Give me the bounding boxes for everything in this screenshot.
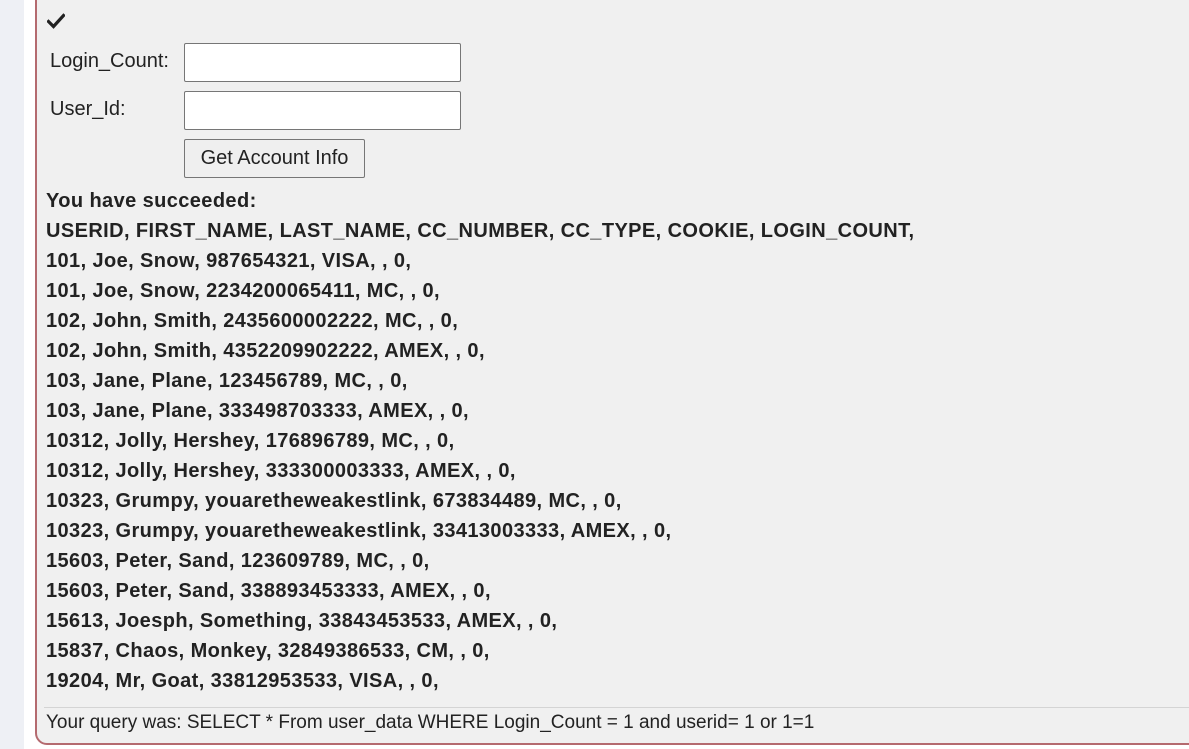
user-id-input[interactable] (184, 91, 461, 130)
login-count-label: Login_Count: (50, 50, 169, 72)
result-row: 101, Joe, Snow, 987654321, VISA, , 0, (46, 250, 412, 272)
result-row: 103, Jane, Plane, 123456789, MC, , 0, (46, 370, 408, 392)
result-row: 10312, Jolly, Hershey, 333300003333, AME… (46, 460, 516, 482)
get-account-info-button[interactable]: Get Account Info (184, 139, 365, 178)
result-row: 10312, Jolly, Hershey, 176896789, MC, , … (46, 430, 455, 452)
check-icon (46, 12, 67, 32)
result-header: USERID, FIRST_NAME, LAST_NAME, CC_NUMBER… (46, 220, 915, 242)
result-row: 19204, Mr, Goat, 33812953533, VISA, , 0, (46, 670, 439, 692)
query-output: Your query was: SELECT * From user_data … (46, 712, 815, 733)
result-row: 15603, Peter, Sand, 123609789, MC, , 0, (46, 550, 430, 572)
result-row: 15613, Joesph, Something, 33843453533, A… (46, 610, 558, 632)
feedback-output: You have succeeded: USERID, FIRST_NAME, … (46, 186, 914, 696)
left-gutter (0, 0, 24, 749)
feedback-status: You have succeeded: (46, 190, 257, 212)
user-id-label: User_Id: (50, 98, 126, 120)
assignment-panel: Login_Count: User_Id: Get Account Info Y… (35, 0, 1189, 745)
result-row: 15837, Chaos, Monkey, 32849386533, CM, ,… (46, 640, 490, 662)
result-row: 103, Jane, Plane, 333498703333, AMEX, , … (46, 400, 469, 422)
result-row: 101, Joe, Snow, 2234200065411, MC, , 0, (46, 280, 440, 302)
result-row: 15603, Peter, Sand, 338893453333, AMEX, … (46, 580, 491, 602)
login-count-input[interactable] (184, 43, 461, 82)
result-row: 10323, Grumpy, youaretheweakestlink, 334… (46, 520, 672, 542)
output-divider (44, 707, 1189, 708)
result-row: 102, John, Smith, 2435600002222, MC, , 0… (46, 310, 459, 332)
result-row: 10323, Grumpy, youaretheweakestlink, 673… (46, 490, 622, 512)
result-row: 102, John, Smith, 4352209902222, AMEX, ,… (46, 340, 485, 362)
